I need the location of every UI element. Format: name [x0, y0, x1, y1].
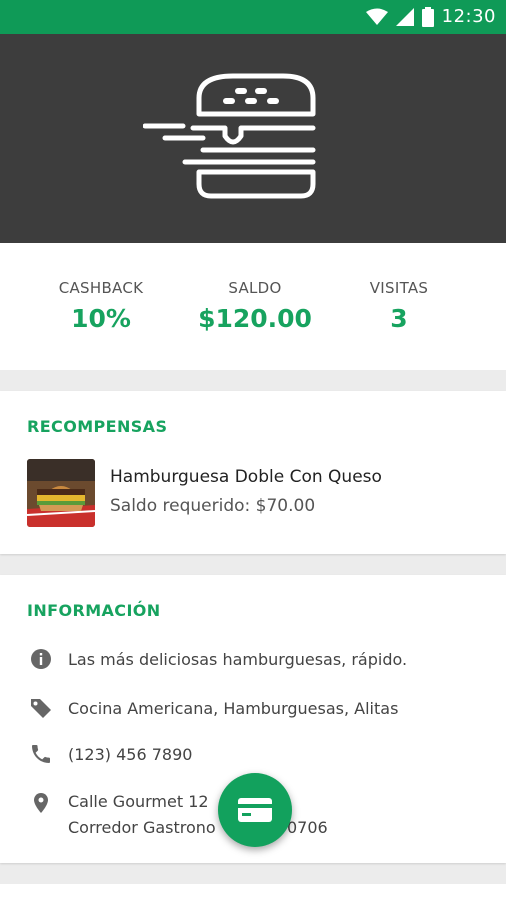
phone-icon — [32, 745, 50, 763]
info-address-line2-tail: 0706 — [287, 818, 328, 837]
cashback-value: 10% — [71, 304, 131, 333]
battery-icon — [421, 6, 434, 27]
reward-name: Hamburguesa Doble Con Queso — [110, 467, 382, 487]
visitas-label: VISITAS — [369, 279, 429, 297]
info-description: Las más deliciosas hamburguesas, rápido. — [68, 650, 408, 669]
restaurant-header — [0, 34, 506, 243]
stats-panel: CASHBACK 10% SALDO $120.00 VISITAS 3 — [0, 243, 506, 370]
info-address-line1: Calle Gourmet 12 — [68, 792, 209, 811]
info-phone: (123) 456 7890 — [68, 745, 193, 764]
reward-image — [27, 459, 95, 527]
card-icon — [238, 798, 272, 822]
stat-visitas: VISITAS 3 — [314, 279, 484, 333]
tag-icon — [31, 699, 51, 718]
status-time: 12:30 — [441, 6, 496, 27]
signal-icon — [395, 7, 414, 26]
visitas-value: 3 — [390, 304, 408, 333]
wifi-icon — [365, 8, 388, 25]
location-icon — [34, 793, 48, 813]
stat-cashback: CASHBACK 10% — [16, 279, 186, 333]
info-title: INFORMACIÓN — [27, 601, 161, 620]
cashback-label: CASHBACK — [58, 279, 144, 297]
card-fab-button[interactable] — [218, 773, 292, 847]
next-card-edge — [0, 884, 506, 900]
rewards-title: RECOMPENSAS — [27, 417, 168, 436]
info-icon — [31, 649, 51, 669]
reward-requirement: Saldo requerido: $70.00 — [110, 496, 316, 516]
status-bar: 12:30 — [0, 0, 506, 34]
rewards-card: RECOMPENSAS Hamburguesa Doble Con Queso … — [0, 391, 506, 554]
info-address-line2: Corredor Gastrono — [68, 818, 216, 837]
burger-logo-icon — [143, 73, 316, 199]
info-categories: Cocina Americana, Hamburguesas, Alitas — [68, 699, 399, 718]
